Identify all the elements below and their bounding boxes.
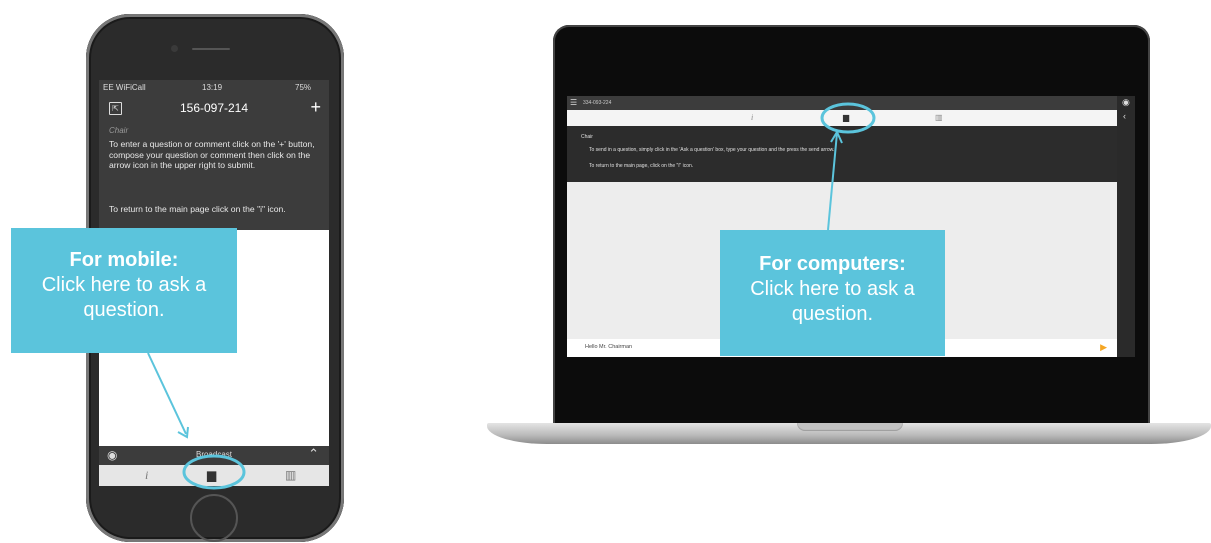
message-sender: Chair <box>109 126 129 135</box>
tab-bar: i ▆ ▥ <box>99 465 329 486</box>
tab-stats[interactable]: ▥ <box>285 468 296 482</box>
broadcast-bar[interactable]: ◉ Broadcast ⌃ <box>99 446 329 465</box>
session-title: 156-097-214 <box>179 101 249 115</box>
battery-label: 75% <box>295 83 312 92</box>
chat-message: Chair To enter a question or comment cli… <box>99 122 329 230</box>
laptop-tab-bar: i ▆ ▥ <box>567 110 1117 126</box>
chat-message: Chair To send in a question, simply clic… <box>567 126 1117 182</box>
tab-chat[interactable]: ▆ <box>843 113 849 122</box>
chevron-up-icon[interactable]: ⌃ <box>308 446 319 462</box>
computer-callout: For computers: Click here to ask a quest… <box>720 230 945 356</box>
status-bar: EE WiFiCall 13:19 75% <box>99 80 329 96</box>
message-text-2: To return to the main page click on the … <box>109 204 286 214</box>
tab-stats[interactable]: ▥ <box>935 113 943 122</box>
broadcast-label: Broadcast <box>195 450 233 459</box>
message-line-1: To send in a question, simply click in t… <box>589 147 835 153</box>
app-header: ⇱ 156-097-214 + <box>99 96 329 122</box>
phone-speaker <box>192 48 230 50</box>
session-code: 334-093-224 <box>583 100 612 106</box>
computer-callout-title: For computers: <box>759 253 906 275</box>
mobile-callout-body: Click here to ask a question. <box>41 274 207 321</box>
mobile-callout: For mobile: Click here to ask a question… <box>11 228 237 353</box>
question-input-value: Hello Mr. Chairman <box>585 344 633 350</box>
menu-icon[interactable]: ☰ <box>570 98 577 107</box>
message-line-2: To return to the main page, click on the… <box>589 163 694 169</box>
tab-info[interactable]: i <box>145 468 148 483</box>
mobile-callout-title: For mobile: <box>69 249 179 271</box>
chevron-left-icon[interactable]: ‹ <box>1123 111 1126 121</box>
status-time: 13:19 <box>202 83 223 92</box>
side-panel: ◉ ‹ <box>1117 96 1135 357</box>
tab-chat[interactable]: ▆ <box>207 468 216 482</box>
broadcast-icon[interactable]: ◉ <box>1122 97 1130 108</box>
computer-callout-body: Click here to ask a question. <box>750 278 915 325</box>
add-question-button[interactable]: + <box>310 97 321 118</box>
send-arrow-icon[interactable]: ▶ <box>1100 342 1107 353</box>
message-sender: Chair <box>581 134 593 140</box>
tab-info[interactable]: i <box>751 113 753 122</box>
carrier-label: EE WiFiCall <box>103 83 146 92</box>
home-button[interactable] <box>190 494 238 542</box>
message-text: To enter a question or comment click on … <box>109 139 315 170</box>
phone-camera <box>171 45 178 52</box>
laptop-top-bar: ☰ 334-093-224 <box>567 96 1117 110</box>
laptop-notch <box>797 423 903 431</box>
